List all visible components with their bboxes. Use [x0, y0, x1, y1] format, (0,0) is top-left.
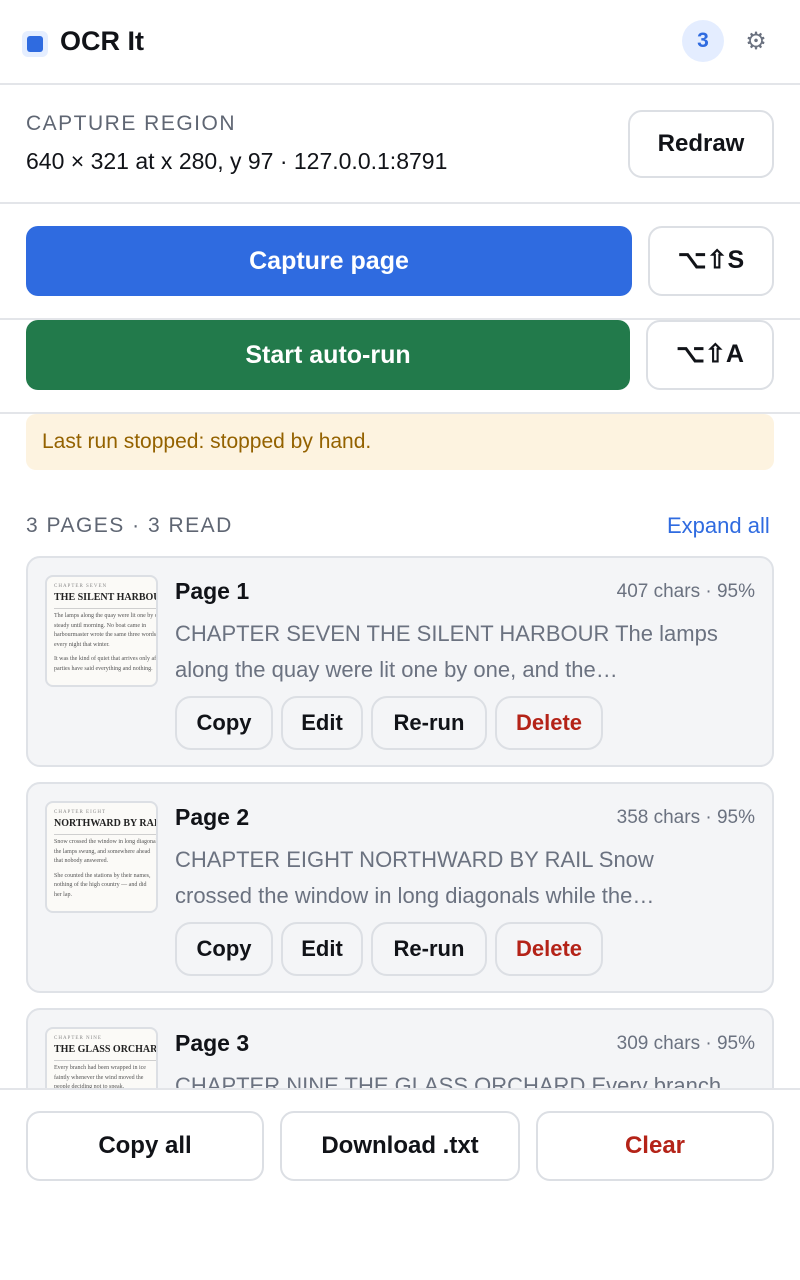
page-meta: 309 chars · 95% [616, 1033, 755, 1054]
status-notice: Last run stopped: stopped by hand. [26, 414, 774, 470]
page-card: CHAPTER SEVEN THE SILENT HARBOUR The lamps… [26, 556, 774, 767]
thumbnail-line: nothing of the high country — and did [54, 882, 147, 888]
edit-button[interactable]: Edit [281, 922, 363, 976]
thumbnail-line: parties have said everything and nothing… [54, 665, 153, 672]
copy-button[interactable]: Copy [175, 922, 273, 976]
expand-all-link[interactable]: Expand all [667, 513, 770, 539]
thumbnail-heading: THE SILENT HARBOUR [54, 592, 158, 603]
page-thumbnail[interactable]: CHAPTER NINE THE GLASS ORCHARD Every branc… [45, 1027, 158, 1088]
page-title: Page 3 [175, 1030, 250, 1056]
thumbnail-heading: NORTHWARD BY RAIL [54, 818, 158, 829]
page-card: CHAPTER NINE THE GLASS ORCHARD Every branc… [26, 1008, 774, 1088]
autorun-shortcut-button[interactable]: ⌥⇧A [646, 320, 774, 390]
thumbnail-line: every night that winter. [54, 641, 110, 648]
thumbnail-line: the lamps swung, and somewhere ahead [54, 848, 151, 855]
autorun-row: Start auto-run ⌥⇧A [0, 320, 800, 414]
app-header: OCR It 3 ⚙ [0, 0, 800, 85]
edit-button[interactable]: Edit [281, 696, 363, 750]
pages-summary: 3 PAGES · 3 READ [26, 514, 233, 537]
page-meta: 407 chars · 95% [616, 581, 755, 602]
gear-icon[interactable]: ⚙ [742, 28, 770, 56]
start-autorun-button[interactable]: Start auto-run [26, 320, 630, 390]
rerun-button[interactable]: Re-run [371, 696, 487, 750]
copy-button[interactable]: Copy [175, 696, 273, 750]
thumbnail-rule [54, 1060, 156, 1061]
page-thumbnail[interactable]: CHAPTER EIGHT NORTHWARD BY RAIL Snow cross… [45, 801, 158, 913]
download-txt-button[interactable]: Download .txt [280, 1111, 520, 1181]
capture-region-label: CAPTURE REGION [26, 112, 237, 135]
page-title: Page 2 [175, 804, 250, 830]
rerun-button[interactable]: Re-run [371, 922, 487, 976]
page-card: CHAPTER EIGHT NORTHWARD BY RAIL Snow cross… [26, 782, 774, 993]
capture-region-panel: CAPTURE REGION 640 × 321 at x 280, y 97 … [0, 86, 800, 204]
thumbnail-line: that nobody answered. [54, 858, 109, 864]
thumbnail-heading: THE GLASS ORCHARD [54, 1044, 158, 1055]
app-logo-icon [22, 31, 48, 57]
clear-button[interactable]: Clear [536, 1111, 774, 1181]
capture-page-button[interactable]: Capture page [26, 226, 632, 296]
redraw-button[interactable]: Redraw [628, 110, 774, 178]
page-text-preview: CHAPTER NINE THE GLASS ORCHARD Every bra… [175, 1073, 722, 1088]
delete-button[interactable]: Delete [495, 696, 603, 750]
pages-list[interactable]: CHAPTER SEVEN THE SILENT HARBOUR The lamps… [0, 556, 800, 1088]
thumbnail-kicker: CHAPTER EIGHT [54, 810, 107, 815]
thumbnail-line: harbourmaster wrote the same three words [54, 632, 157, 638]
capture-row: Capture page ⌥⇧S [0, 204, 800, 320]
thumbnail-line: She counted the stations by their names, [54, 872, 151, 879]
thumbnail-kicker: CHAPTER NINE [54, 1036, 102, 1041]
thumbnail-line: her lap. [54, 891, 72, 898]
thumbnail-line: Every branch had been wrapped in ice [54, 1065, 146, 1071]
capture-region-value: 640 × 321 at x 280, y 97 · 127.0.0.1:879… [26, 148, 448, 174]
copy-all-button[interactable]: Copy all [26, 1111, 264, 1181]
delete-button[interactable]: Delete [495, 922, 603, 976]
page-meta: 358 chars · 95% [616, 807, 755, 828]
thumbnail-line: faintly whenever the wind moved the [54, 1074, 144, 1081]
app-title: OCR It [60, 26, 144, 56]
thumbnail-rule [54, 834, 156, 835]
thumbnail-line: The lamps along the quay were lit one by… [54, 613, 158, 619]
page-text-preview: CHAPTER EIGHT NORTHWARD BY RAIL Snow cro… [175, 847, 655, 908]
thumbnail-line: steady until morning. No boat came in [54, 622, 147, 629]
thumbnail-line: It was the kind of quiet that arrives on… [54, 656, 158, 662]
page-count-badge: 3 [682, 20, 724, 62]
page-title: Page 1 [175, 578, 250, 604]
page-text-preview: CHAPTER SEVEN THE SILENT HARBOUR The lam… [175, 621, 718, 682]
thumbnail-rule [54, 608, 156, 609]
thumbnail-kicker: CHAPTER SEVEN [54, 584, 108, 589]
page-thumbnail[interactable]: CHAPTER SEVEN THE SILENT HARBOUR The lamps… [45, 575, 158, 687]
footer-bar: Copy all Download .txt Clear [0, 1088, 800, 1280]
capture-shortcut-button[interactable]: ⌥⇧S [648, 226, 774, 296]
thumbnail-line: Snow crossed the window in long diagonal… [54, 839, 158, 845]
